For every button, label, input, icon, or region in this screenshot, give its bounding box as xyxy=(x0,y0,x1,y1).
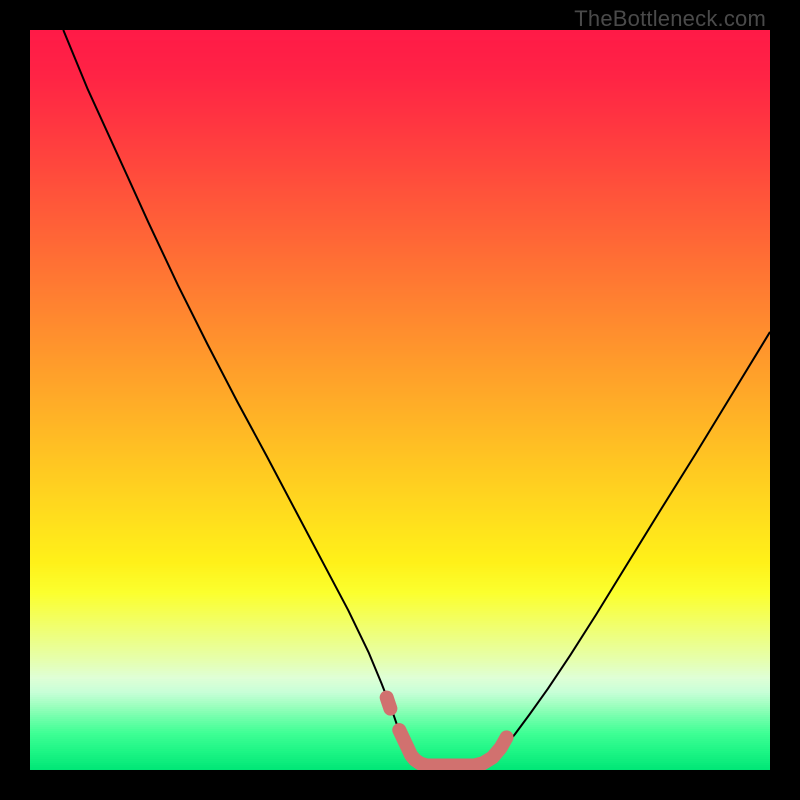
frame: TheBottleneck.com xyxy=(0,0,800,800)
watermark-text: TheBottleneck.com xyxy=(574,6,766,32)
chart-svg xyxy=(30,30,770,770)
chart-plot-area xyxy=(30,30,770,770)
series-left-curve xyxy=(63,30,422,766)
series-bottom-segment xyxy=(399,730,506,766)
series-right-curve xyxy=(481,332,770,766)
series-bottom-dot xyxy=(387,697,391,708)
